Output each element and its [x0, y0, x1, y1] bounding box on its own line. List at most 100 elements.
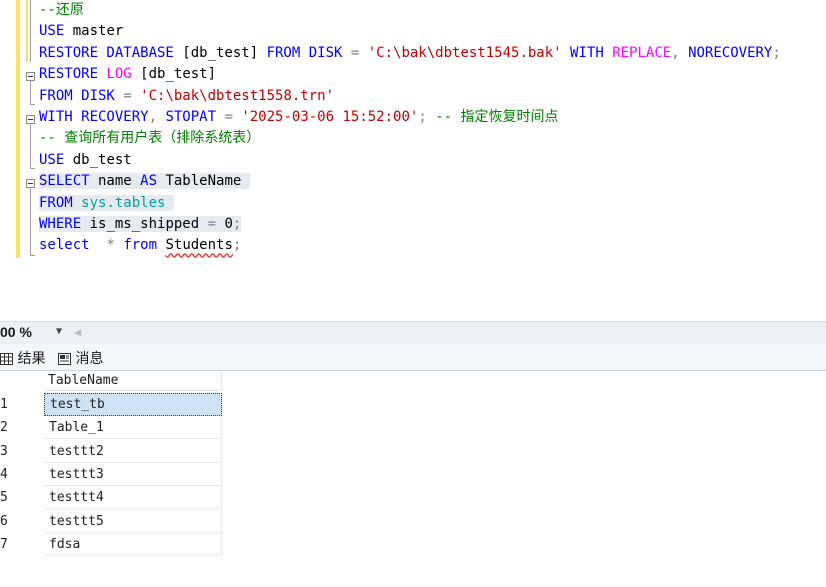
outline-line [30, 0, 31, 62]
tab-messages[interactable]: 消息 [58, 348, 103, 368]
code-token: FROM DISK [39, 87, 115, 104]
code-token: Students [165, 237, 233, 254]
code-line[interactable]: USE db_test [39, 150, 132, 171]
code-line[interactable]: USE master [39, 21, 123, 42]
code-token: = [207, 216, 217, 232]
code-token: db_test [64, 151, 132, 168]
code-token: = [216, 109, 242, 125]
code-token: 'C:\bak\dbtest1558.trn' [140, 87, 335, 104]
table-row[interactable]: 7 fdsa [0, 532, 224, 556]
code-token: ; [232, 237, 242, 254]
message-icon [58, 353, 71, 365]
code-token: -- 指定恢复时间点 [435, 109, 559, 125]
table-row[interactable]: 2 Table_1 [0, 416, 224, 440]
code-token: FROM DISK [266, 44, 343, 61]
code-token: select [39, 237, 90, 254]
table-row[interactable]: 4 testtt3 [0, 462, 224, 486]
outline-end [30, 255, 35, 256]
code-token: WITH RECOVERY [39, 109, 149, 125]
code-token: -- 查询所有用户表（排除系统表） [39, 130, 261, 147]
code-token: REPLACE [612, 44, 672, 61]
table-cell[interactable]: testtt5 [44, 509, 222, 533]
row-number[interactable]: 4 [0, 463, 44, 486]
zoom-level[interactable]: 00 % [0, 324, 32, 340]
sql-editor[interactable]: --还原 USE master RESTORE DATABASE [db_test]… [0, 0, 826, 321]
code-token: ; [418, 109, 436, 125]
row-number[interactable]: 5 [0, 486, 44, 509]
code-line[interactable]: WHERE is_ms_shipped = 0; [39, 214, 242, 235]
row-number[interactable]: 1 [0, 393, 44, 416]
table-row[interactable]: 5 testtt4 [0, 486, 224, 510]
table-row[interactable]: 3 testtt2 [0, 439, 224, 463]
code-token: 'C:\bak\dbtest1545.bak' [367, 44, 562, 61]
table-cell[interactable]: testtt4 [44, 486, 222, 510]
code-token: '2025-03-06 15:52:00' [241, 109, 419, 125]
code-line[interactable]: FROM sys.tables [39, 193, 174, 214]
table-row[interactable]: 1 test_tb [0, 393, 224, 416]
collapse-toggle-with-recovery[interactable] [26, 115, 35, 124]
code-line[interactable]: RESTORE DATABASE [db_test] FROM DISK = '… [39, 43, 781, 64]
row-number[interactable]: 7 [0, 533, 44, 556]
table-row[interactable]: 6 testtt5 [0, 509, 224, 533]
outline-line [30, 189, 31, 255]
outline-end [30, 104, 35, 105]
tab-messages-label: 消息 [75, 351, 104, 367]
code-token: FROM [39, 194, 73, 211]
results-tabs: 结果 消息 [0, 344, 826, 371]
collapse-toggle-select[interactable] [26, 179, 35, 188]
collapse-toggle-restore-log[interactable] [26, 72, 35, 81]
table-cell[interactable]: testtt2 [44, 439, 222, 463]
editor-status-bar: 00 % ▼ ◀ [0, 321, 826, 344]
grid-icon [0, 353, 13, 365]
outline-line [30, 125, 31, 169]
code-line[interactable]: select * from Students; [39, 235, 241, 256]
code-token: AS [140, 173, 158, 190]
code-token: [db_test] [131, 66, 217, 83]
code-token: * [106, 237, 115, 254]
tab-results-label: 结果 [17, 351, 46, 367]
code-line[interactable]: FROM DISK = 'C:\bak\dbtest1558.trn' [39, 86, 334, 107]
code-token: WHERE [39, 216, 82, 232]
outline-end [30, 168, 35, 169]
row-number[interactable]: 3 [0, 440, 44, 463]
scroll-left-icon[interactable]: ◀ [74, 325, 81, 339]
tab-results[interactable]: 结果 [0, 348, 45, 368]
code-token: --还原 [39, 2, 84, 18]
code-token: WITH [570, 44, 604, 61]
code-token: RESTORE DATABASE [39, 44, 174, 61]
code-token: RESTORE [39, 66, 99, 83]
table-cell[interactable]: Table_1 [44, 416, 222, 440]
outline-line [30, 81, 31, 105]
table-cell[interactable]: fdsa [44, 532, 222, 556]
code-line[interactable]: SELECT name AS TableName [39, 171, 250, 192]
chevron-down-icon[interactable]: ▼ [56, 326, 62, 337]
code-token: USE [39, 23, 65, 40]
code-token: TableName [157, 173, 250, 190]
code-token: master [64, 23, 124, 40]
code-line[interactable]: WITH RECOVERY, STOPAT = '2025-03-06 15:5… [39, 107, 558, 128]
table-cell[interactable]: test_tb [44, 393, 222, 416]
code-token: = [342, 44, 368, 61]
code-token: ; [772, 44, 781, 61]
code-line[interactable]: --还原 [39, 0, 84, 21]
code-token: is_ms_shipped [81, 216, 208, 232]
code-line[interactable]: RESTORE LOG [db_test] [39, 64, 216, 85]
row-number[interactable]: 2 [0, 416, 44, 439]
code-line[interactable]: -- 查询所有用户表（排除系统表） [39, 128, 260, 149]
code-token: name [89, 173, 141, 190]
code-token: SELECT [39, 173, 90, 190]
column-header-tablename[interactable]: TableName [44, 371, 222, 391]
row-number[interactable]: 6 [0, 510, 44, 533]
code-token: , [148, 109, 166, 125]
code-token: ; [232, 216, 242, 232]
table-cell[interactable]: testtt3 [44, 462, 222, 486]
code-token: 0 [216, 216, 233, 232]
code-token: [db_test] [173, 44, 267, 61]
code-token: = [114, 87, 141, 104]
code-token: from [123, 237, 158, 254]
code-token: STOPAT [165, 109, 217, 125]
